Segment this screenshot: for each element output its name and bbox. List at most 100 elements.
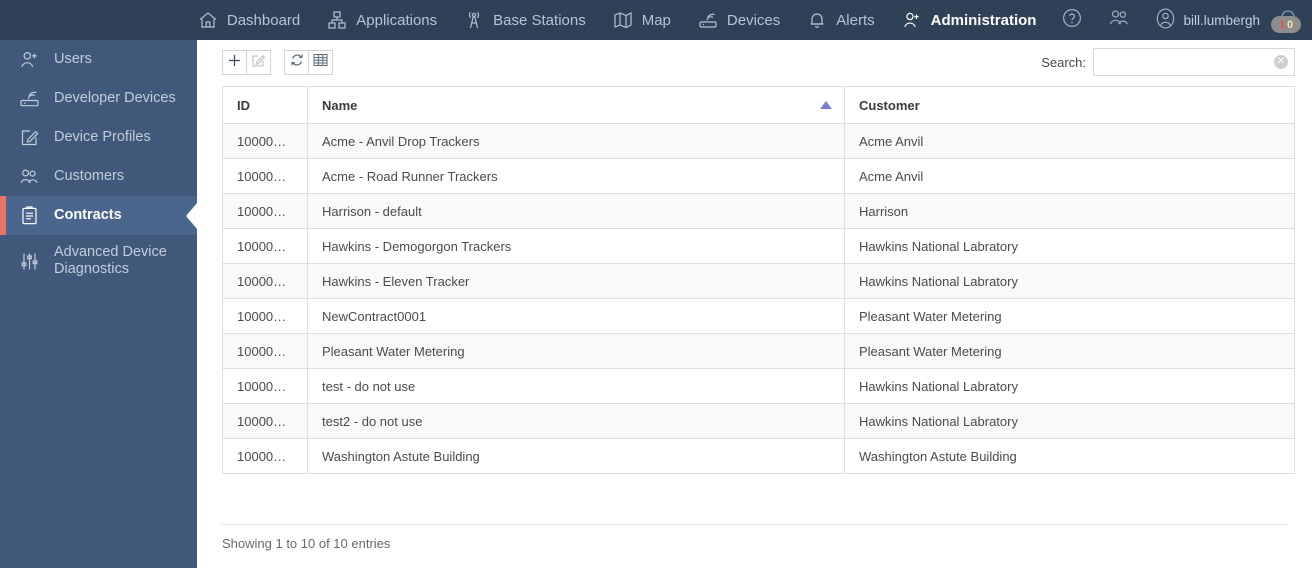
table-row[interactable]: 100000202 Acme - Road Runner Trackers Acme… (222, 158, 1295, 194)
sidebar-item-label: Device Profiles (54, 128, 151, 145)
search-input[interactable] (1094, 49, 1294, 75)
table-row[interactable]: 100000309 test2 - do not use Hawkins Natio… (222, 403, 1295, 439)
table-row[interactable]: 100000328 NewContract0001 Pleasant Water M… (222, 298, 1295, 334)
nav-label: Base Stations (493, 11, 586, 29)
cell-customer: Hawkins National Labratory (844, 368, 1295, 404)
map-icon (612, 9, 634, 31)
cell-id: 100000796 (222, 193, 308, 229)
refresh-button[interactable] (284, 50, 309, 75)
username-label: bill.lumbergh (1183, 12, 1260, 28)
edit-pencil-icon (251, 53, 266, 73)
sidebar-item-users[interactable]: Users (0, 40, 197, 79)
cell-id: 100000205 (222, 263, 308, 299)
table-row[interactable]: 100000278 Washington Astute Building Washi… (222, 438, 1295, 474)
badge-count-critical: 1 (1278, 18, 1285, 31)
device-icon (697, 9, 719, 31)
nav-label: Administration (930, 11, 1037, 29)
cell-name: Harrison - default (307, 193, 845, 229)
contracts-table: ID Name Customer 100000203 Acme - Anvil D… (222, 86, 1295, 474)
table-row[interactable]: 100000796 Harrison - default Harrison (222, 193, 1295, 229)
user-account-menu[interactable]: bill.lumbergh (1143, 0, 1268, 40)
table-row[interactable]: 100000212 Pleasant Water Metering Pleasant… (222, 333, 1295, 369)
cell-customer: Harrison (844, 193, 1295, 229)
cell-name: Washington Astute Building (307, 438, 845, 474)
cell-customer: Pleasant Water Metering (844, 298, 1295, 334)
table-info: Showing 1 to 10 of 10 entries (222, 524, 1287, 551)
cell-name: test - do not use (307, 368, 845, 404)
nav-item-alerts[interactable]: Alerts (793, 0, 887, 40)
refresh-icon (289, 52, 305, 73)
column-settings-button[interactable] (308, 50, 333, 75)
sidebar-item-advanced-device-diagnostics[interactable]: Advanced Device Diagnostics (0, 235, 197, 287)
nav-label: Alerts (836, 11, 875, 29)
cell-customer: Acme Anvil (844, 123, 1295, 159)
users-group-button[interactable] (1095, 0, 1143, 40)
search-area: Search: ✕ (1041, 48, 1295, 76)
help-circle-icon (1061, 7, 1083, 34)
table-row[interactable]: 100000204 Hawkins - Demogorgon Trackers Ha… (222, 228, 1295, 264)
nav-label: Dashboard (226, 11, 301, 29)
cell-id: 100000308 (222, 368, 308, 404)
search-box: ✕ (1093, 48, 1295, 76)
table-head: ID Name Customer (222, 86, 1295, 124)
cell-name: test2 - do not use (307, 403, 845, 439)
nav-label: Applications (356, 11, 438, 29)
nav-item-devices[interactable]: Devices (684, 0, 793, 40)
applications-icon (326, 9, 348, 31)
sort-ascending-icon (820, 101, 832, 109)
table-row[interactable]: 100000203 Acme - Anvil Drop Trackers Acme … (222, 123, 1295, 159)
nav-item-base-stations[interactable]: Base Stations (450, 0, 599, 40)
sidebar-item-contracts[interactable]: Contracts (0, 196, 197, 235)
nav-item-dashboard[interactable]: Dashboard (184, 0, 313, 40)
cell-id: 100000212 (222, 333, 308, 369)
base-station-icon (463, 9, 485, 31)
sidebar-item-device-profiles[interactable]: Device Profiles (0, 118, 197, 157)
table-header-row: ID Name Customer (222, 86, 1295, 124)
account-circle-icon (1153, 6, 1178, 34)
clear-search-icon[interactable]: ✕ (1274, 55, 1288, 69)
sidebar-item-customers[interactable]: Customers (0, 157, 197, 196)
column-header-name[interactable]: Name (307, 86, 845, 124)
table-row[interactable]: 100000205 Hawkins - Eleven Tracker Hawkins… (222, 263, 1295, 299)
cell-id: 100000202 (222, 158, 308, 194)
cell-name: Acme - Road Runner Trackers (307, 158, 845, 194)
cell-id: 100000203 (222, 123, 308, 159)
help-button[interactable] (1049, 0, 1095, 40)
search-label: Search: (1041, 54, 1086, 70)
main-content: Search: ✕ ID Name Customer 100000203 Acme… (197, 40, 1312, 568)
table-grid-icon (313, 53, 328, 72)
cell-id: 100000309 (222, 403, 308, 439)
clipboard-icon (17, 205, 41, 226)
column-header-id[interactable]: ID (222, 86, 308, 124)
notifications-button[interactable]: 1 0 (1268, 0, 1308, 40)
edit-contract-button[interactable] (246, 50, 271, 75)
home-icon (197, 9, 219, 31)
cell-name: NewContract0001 (307, 298, 845, 334)
sidebar-item-label: Customers (54, 167, 125, 184)
cell-id: 100000328 (222, 298, 308, 334)
sliders-icon (17, 251, 41, 272)
sidebar-item-label: Developer Devices (54, 89, 176, 106)
user-add-icon (17, 49, 41, 70)
nav-item-administration[interactable]: Administration (888, 0, 1050, 40)
cell-customer: Hawkins National Labratory (844, 263, 1295, 299)
nav-item-map[interactable]: Map (599, 0, 684, 40)
edit-square-icon (17, 127, 41, 148)
notification-badge: 1 0 (1271, 16, 1301, 33)
sidebar-item-developer-devices[interactable]: Developer Devices (0, 79, 197, 118)
device-icon (17, 88, 41, 109)
table-row[interactable]: 100000308 test - do not use Hawkins Nation… (222, 368, 1295, 404)
cell-customer: Washington Astute Building (844, 438, 1295, 474)
user-add-icon (901, 9, 923, 31)
add-contract-button[interactable] (222, 50, 247, 75)
column-header-customer[interactable]: Customer (844, 86, 1295, 124)
cell-id: 100000278 (222, 438, 308, 474)
bell-icon (806, 9, 828, 31)
nav-item-applications[interactable]: Applications (313, 0, 450, 40)
cell-customer: Hawkins National Labratory (844, 403, 1295, 439)
cell-customer: Acme Anvil (844, 158, 1295, 194)
sidebar-item-label: Users (54, 50, 92, 67)
cell-id: 100000204 (222, 228, 308, 264)
sidebar: Users Developer Devices Device Profiles (0, 40, 197, 568)
badge-count-warning: 0 (1287, 18, 1294, 31)
